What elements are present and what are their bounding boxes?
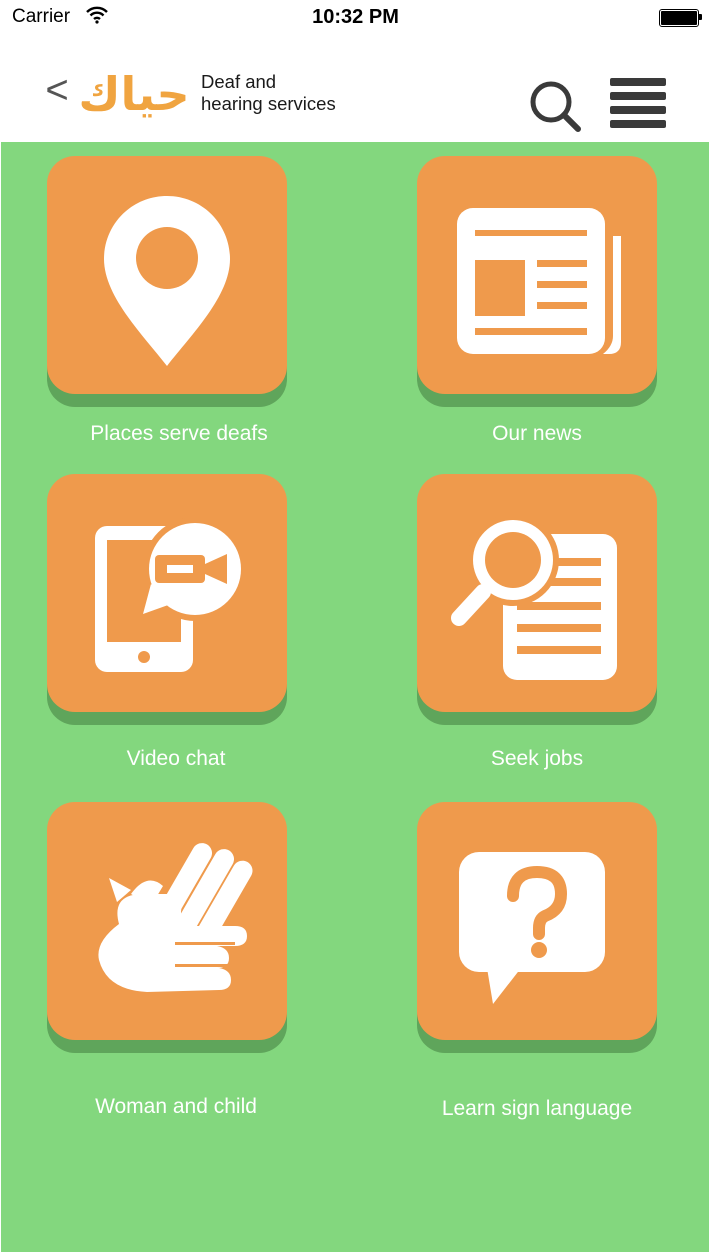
clapping-hands-icon	[98, 843, 253, 992]
tile-our-news[interactable]	[417, 156, 657, 394]
location-pin-icon	[104, 196, 230, 366]
tile-places-serve-deafs[interactable]	[47, 156, 287, 394]
tile-label: Woman and child	[95, 1095, 257, 1118]
back-button[interactable]: <	[42, 70, 72, 110]
newspaper-icon	[457, 208, 621, 354]
search-button[interactable]	[527, 78, 583, 134]
services-grid: Places serve deafs Our news Video chat S…	[1, 142, 709, 1252]
logo-text: حياك	[78, 67, 189, 121]
question-bubble-icon	[459, 852, 605, 1004]
tile-label: Our news	[492, 422, 582, 445]
hamburger-menu-icon	[610, 78, 666, 128]
tile-label: Places serve deafs	[90, 422, 268, 445]
tile-label: Seek jobs	[490, 747, 584, 770]
subtitle-line-1: Deaf and	[201, 71, 277, 92]
clock: 10:32 PM	[312, 6, 399, 28]
menu-button[interactable]	[608, 76, 668, 130]
video-chat-phone-icon	[95, 517, 247, 672]
subtitle-line-2: hearing services	[201, 93, 336, 114]
app-logo: حياك	[78, 67, 189, 121]
tile-label: Video chat	[126, 747, 226, 770]
status-bar: Carrier 10:32 PM	[0, 0, 711, 34]
tile-video-chat[interactable]	[47, 474, 287, 712]
app-subtitle: Deaf and hearing services	[201, 71, 336, 115]
search-icon	[530, 81, 581, 132]
tile-learn-sign-language[interactable]	[417, 802, 657, 1040]
tile-seek-jobs[interactable]	[417, 474, 657, 712]
tile-label: Learn sign language	[441, 1097, 633, 1120]
tile-woman-and-child[interactable]	[47, 802, 287, 1040]
header-bar: < حياك Deaf and hearing services	[0, 34, 711, 142]
battery-icon	[659, 9, 702, 27]
job-search-icon	[451, 514, 617, 680]
